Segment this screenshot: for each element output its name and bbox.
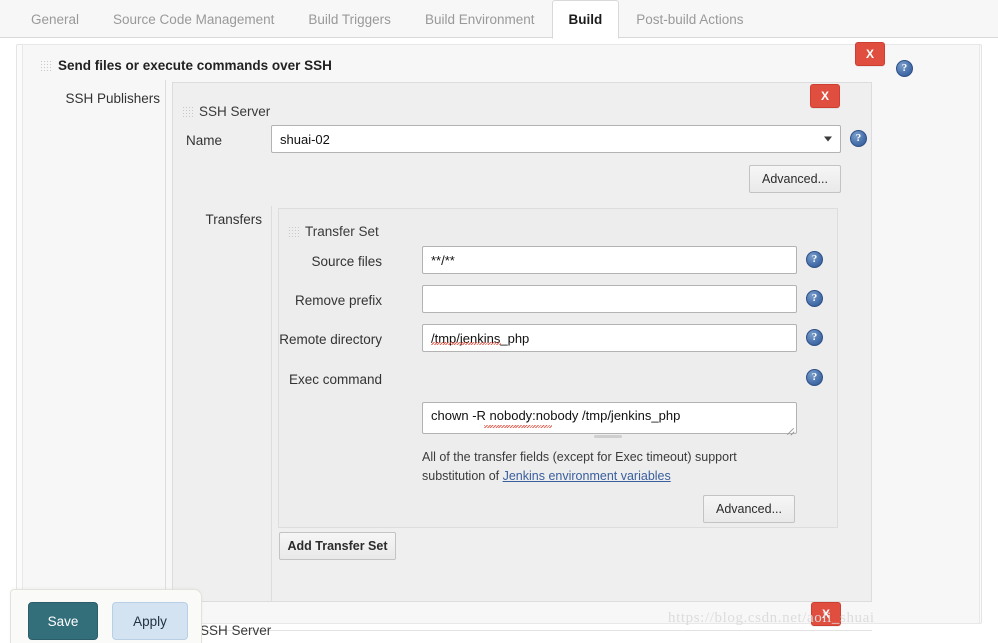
exec-command-textarea[interactable]: chown -R nobody:nobody /tmp/jenkins_php <box>422 402 797 434</box>
add-transfer-set-label: Add Transfer Set <box>287 539 388 553</box>
next-section-divider <box>172 630 872 631</box>
tab-label: Build Triggers <box>308 12 391 27</box>
apply-button-label: Apply <box>133 613 167 629</box>
publishers-column-divider <box>165 80 166 610</box>
source-files-input[interactable] <box>422 246 797 274</box>
tab-general[interactable]: General <box>14 0 96 38</box>
exec-command-help-icon[interactable]: ? <box>806 369 823 386</box>
builder-delete-button[interactable]: X <box>855 42 885 66</box>
question-mark-icon: ? <box>811 371 818 383</box>
remote-directory-label: Remote directory <box>279 332 382 347</box>
tab-list: General Source Code Management Build Tri… <box>14 0 761 39</box>
advanced-button-label: Advanced... <box>715 502 782 516</box>
close-icon: X <box>820 89 829 103</box>
tab-build-environment[interactable]: Build Environment <box>408 0 552 38</box>
builder-help-icon[interactable]: ? <box>896 60 913 77</box>
tab-label: Source Code Management <box>113 12 275 27</box>
tab-label: Build Environment <box>424 12 535 27</box>
remove-prefix-input[interactable] <box>422 285 797 313</box>
textarea-drag-bar[interactable] <box>594 435 622 438</box>
remove-prefix-help-icon[interactable]: ? <box>806 290 823 307</box>
question-mark-icon: ? <box>855 132 862 144</box>
ssh-server-name-help-icon[interactable]: ? <box>850 130 867 147</box>
ssh-server-name-select-wrap: shuai-02 <box>271 125 841 153</box>
drag-handle-icon[interactable] <box>182 106 193 119</box>
remove-prefix-label: Remove prefix <box>294 293 382 308</box>
config-tabbar: General Source Code Management Build Tri… <box>0 0 998 39</box>
ssh-server-delete-button[interactable]: X <box>810 84 840 108</box>
next-ssh-server-title: SSH Server <box>200 623 272 638</box>
transfer-set-advanced-button[interactable]: Advanced... <box>703 495 795 523</box>
ssh-server-name-select[interactable]: shuai-02 <box>271 125 841 153</box>
build-tab-content: Send files or execute commands over SSH … <box>0 38 998 643</box>
ssh-server-advanced-button[interactable]: Advanced... <box>749 165 841 193</box>
remote-directory-input[interactable] <box>422 324 797 352</box>
drag-handle-icon[interactable] <box>40 60 51 73</box>
transfer-set-title-text: Transfer Set <box>305 224 379 239</box>
tab-label: Build <box>568 12 603 27</box>
tab-build-triggers[interactable]: Build Triggers <box>291 0 408 38</box>
close-icon: X <box>865 47 874 61</box>
remote-directory-help-icon[interactable]: ? <box>806 329 823 346</box>
question-mark-icon: ? <box>811 292 818 304</box>
advanced-button-label: Advanced... <box>761 172 828 186</box>
form-action-bar: Save Apply <box>10 589 202 643</box>
source-files-help-icon[interactable]: ? <box>806 251 823 268</box>
name-label: Name <box>185 133 222 148</box>
tab-build[interactable]: Build <box>551 0 620 39</box>
ssh-publishers-label: SSH Publishers <box>65 91 160 106</box>
ssh-server-title: SSH Server <box>182 104 270 119</box>
question-mark-icon: ? <box>811 253 818 265</box>
tab-label: General <box>31 12 80 27</box>
exec-command-label: Exec command <box>288 372 382 387</box>
question-mark-icon: ? <box>811 331 818 343</box>
transfer-set-title: Transfer Set <box>288 224 379 239</box>
transfers-label: Transfers <box>205 212 262 227</box>
tab-source-code-management[interactable]: Source Code Management <box>96 0 291 38</box>
add-transfer-set-button[interactable]: Add Transfer Set <box>279 532 396 560</box>
watermark-text: https://blog.csdn.net/aoli_shuai <box>668 610 875 626</box>
builder-title: Send files or execute commands over SSH <box>40 58 332 73</box>
drag-handle-icon[interactable] <box>288 226 299 239</box>
ssh-server-title-text: SSH Server <box>199 104 271 119</box>
save-button-label: Save <box>47 613 79 629</box>
transfer-fields-note: All of the transfer fields (except for E… <box>422 448 772 486</box>
app-root: General Source Code Management Build Tri… <box>0 0 998 643</box>
apply-button[interactable]: Apply <box>112 602 188 640</box>
source-files-label: Source files <box>311 254 382 269</box>
question-mark-icon: ? <box>901 62 908 74</box>
builder-title-text: Send files or execute commands over SSH <box>58 58 332 73</box>
tab-label: Post-build Actions <box>636 12 744 27</box>
tab-post-build-actions[interactable]: Post-build Actions <box>619 0 760 38</box>
save-button[interactable]: Save <box>28 602 98 640</box>
jenkins-environment-variables-link[interactable]: Jenkins environment variables <box>503 469 671 483</box>
